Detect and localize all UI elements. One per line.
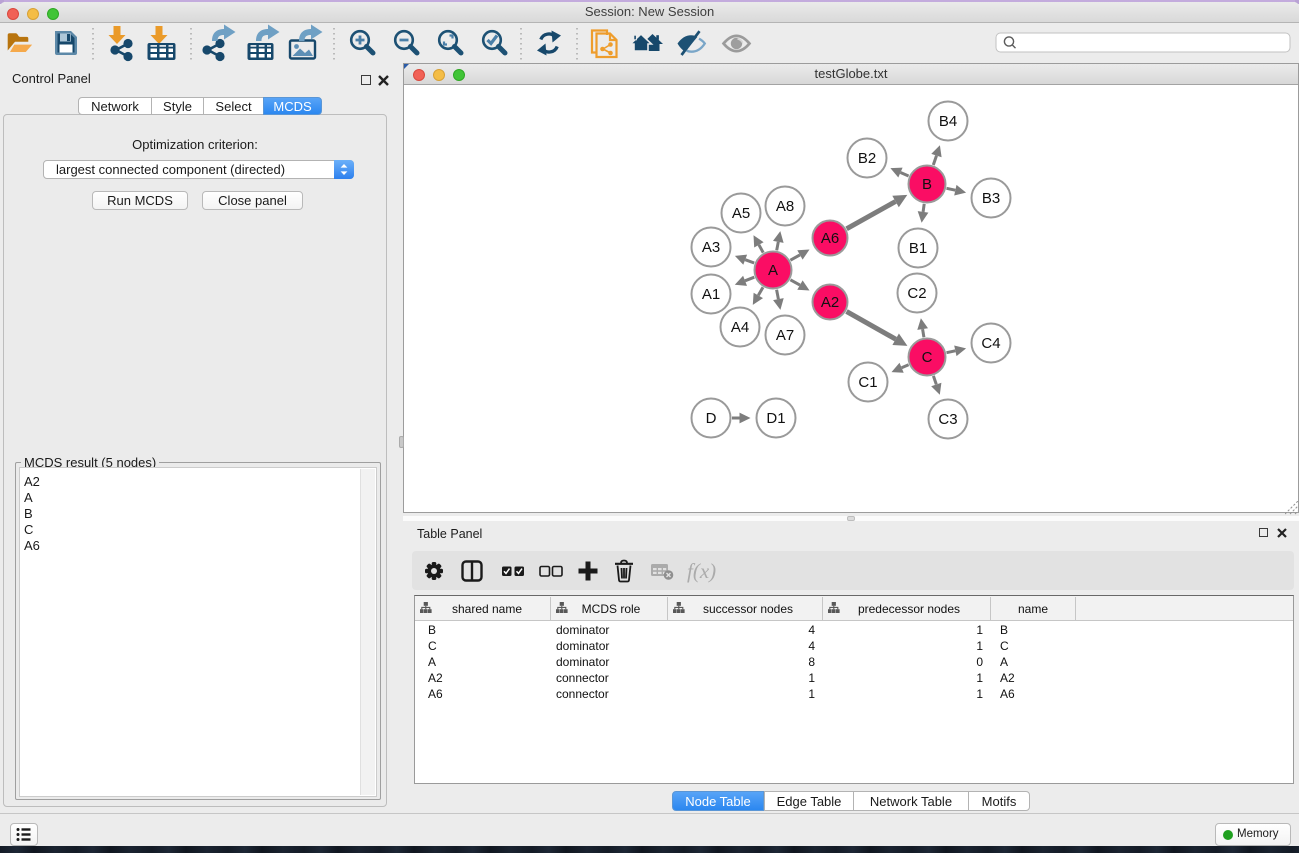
svg-text:B4: B4 (939, 113, 957, 130)
svg-text:MCDS role: MCDS role (582, 602, 641, 616)
svg-text:A2: A2 (821, 294, 839, 311)
svg-text:B3: B3 (982, 190, 1000, 207)
svg-text:A3: A3 (702, 239, 720, 256)
svg-text:A: A (768, 262, 778, 279)
svg-text:shared name: shared name (452, 602, 522, 616)
svg-text:A4: A4 (731, 319, 749, 336)
svg-text:C1: C1 (858, 374, 877, 391)
svg-text:C: C (922, 349, 933, 366)
svg-text:C4: C4 (981, 335, 1000, 352)
svg-text:successor nodes: successor nodes (703, 602, 793, 616)
svg-text:f(x): f(x) (687, 559, 716, 583)
svg-text:D1: D1 (766, 410, 785, 427)
svg-text:B: B (922, 176, 932, 193)
svg-text:B2: B2 (858, 150, 876, 167)
svg-text:A6: A6 (821, 230, 839, 247)
svg-text:A8: A8 (776, 198, 794, 215)
svg-text:name: name (1018, 602, 1048, 616)
svg-text:C3: C3 (938, 411, 957, 428)
svg-text:C2: C2 (907, 285, 926, 302)
svg-text:B1: B1 (909, 240, 927, 257)
svg-text:A7: A7 (776, 327, 794, 344)
svg-text:D: D (706, 410, 717, 427)
svg-text:A5: A5 (732, 205, 750, 222)
svg-text:A1: A1 (702, 286, 720, 303)
svg-text:predecessor nodes: predecessor nodes (858, 602, 960, 616)
